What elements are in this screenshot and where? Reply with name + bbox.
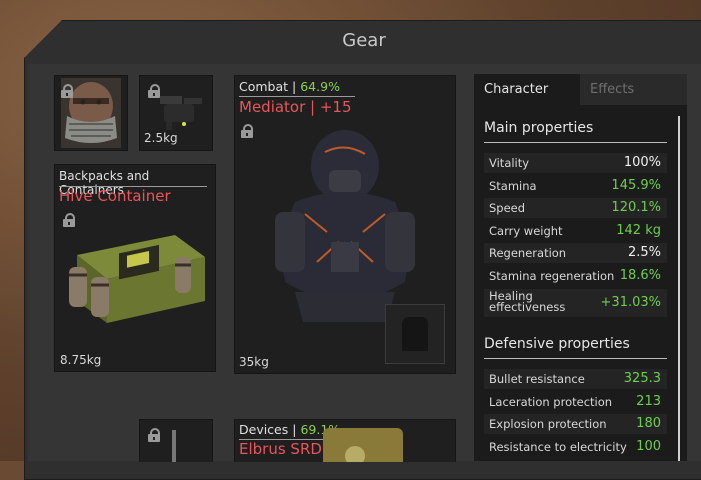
stats-tabs: Character Effects: [474, 74, 687, 105]
stat-value: +31.03%: [600, 294, 661, 310]
backpack-name: Hive Container: [59, 187, 171, 205]
container-slot-icon: [402, 317, 428, 351]
stat-label: Vitality: [489, 156, 530, 170]
face-mask-slot[interactable]: [54, 75, 128, 151]
hive-container-image: [69, 235, 205, 323]
armor-category-line: Combat | 64.9%: [239, 79, 340, 94]
armor-name: Mediator | +15: [239, 98, 352, 116]
stat-label: Carry weight: [489, 223, 563, 238]
stat-value: 120.1%: [611, 200, 661, 216]
divider: [239, 96, 355, 97]
backpack-slot[interactable]: Backpacks and Containers Hive Container …: [54, 164, 216, 372]
armor-container-slot[interactable]: [385, 304, 445, 364]
armor-category: Combat: [239, 79, 289, 94]
device-small-slot[interactable]: [139, 419, 213, 462]
stat-value: 213: [636, 393, 661, 409]
stat-row: Carry weight 142 kg: [484, 221, 667, 241]
divider: [484, 358, 667, 359]
window-title: Gear: [342, 30, 386, 51]
stat-value: 100: [636, 438, 661, 454]
stat-label: Regeneration: [489, 246, 567, 261]
stat-row: Bullet resistance 325.3: [484, 369, 667, 389]
stat-label: Healing effectiveness: [489, 290, 566, 314]
stat-value: 2.5%: [627, 245, 661, 261]
stat-value: 100%: [623, 155, 661, 170]
lock-icon: [61, 84, 73, 98]
defensive-properties-title: Defensive properties: [484, 336, 630, 352]
divider-bar: |: [292, 79, 301, 94]
stat-label: Stamina regeneration: [489, 269, 615, 283]
stat-value: 325.3: [623, 371, 661, 386]
drone-slot[interactable]: 2.5kg: [139, 75, 213, 151]
stat-label: Laceration protection: [489, 394, 613, 409]
divider: [484, 142, 667, 143]
stat-value: 142 kg: [616, 222, 661, 238]
stat-label: Explosion protection: [489, 417, 607, 432]
stat-value: 18.6%: [619, 268, 661, 283]
drone-weight: 2.5kg: [144, 131, 178, 145]
lock-icon: [148, 428, 160, 442]
armor-weight: 35kg: [239, 355, 269, 369]
devices-name: Elbrus SRD: [239, 440, 322, 458]
stat-value: 180: [636, 416, 661, 432]
stat-label-line: effectiveness: [489, 299, 566, 314]
stat-value: 145.9%: [611, 177, 661, 193]
stat-row: Regeneration 2.5%: [484, 243, 667, 264]
armor-condition: 64.9%: [300, 79, 340, 94]
stat-row: Resistance to electricity 100: [484, 437, 667, 457]
stat-label: Bullet resistance: [489, 372, 585, 386]
stat-label: Stamina: [489, 178, 537, 193]
lock-icon: [63, 213, 75, 227]
devices-slot[interactable]: Devices | 69.1% Elbrus SRD: [234, 419, 456, 462]
stat-row: Vitality 100%: [484, 153, 667, 173]
stat-row: Speed 120.1%: [484, 198, 667, 219]
tab-effects[interactable]: Effects: [580, 74, 687, 105]
stat-label: Speed: [489, 201, 526, 216]
tab-character[interactable]: Character: [474, 74, 580, 105]
stat-row: Stamina 145.9%: [484, 176, 667, 196]
stat-row: Laceration protection 213: [484, 392, 667, 412]
armor-slot[interactable]: Combat | 64.9% Mediator | +15 35kg: [234, 75, 456, 374]
lock-icon: [148, 84, 160, 98]
stats-scrollbar[interactable]: [678, 116, 680, 461]
stat-row: Explosion protection 180: [484, 414, 667, 435]
stat-row: Stamina regeneration 18.6%: [484, 266, 667, 286]
stat-label: Resistance to electricity: [489, 439, 627, 454]
stat-row: Healing effectiveness +31.03%: [484, 288, 667, 317]
backpack-weight: 8.75kg: [60, 353, 102, 367]
main-properties-title: Main properties: [484, 120, 594, 136]
